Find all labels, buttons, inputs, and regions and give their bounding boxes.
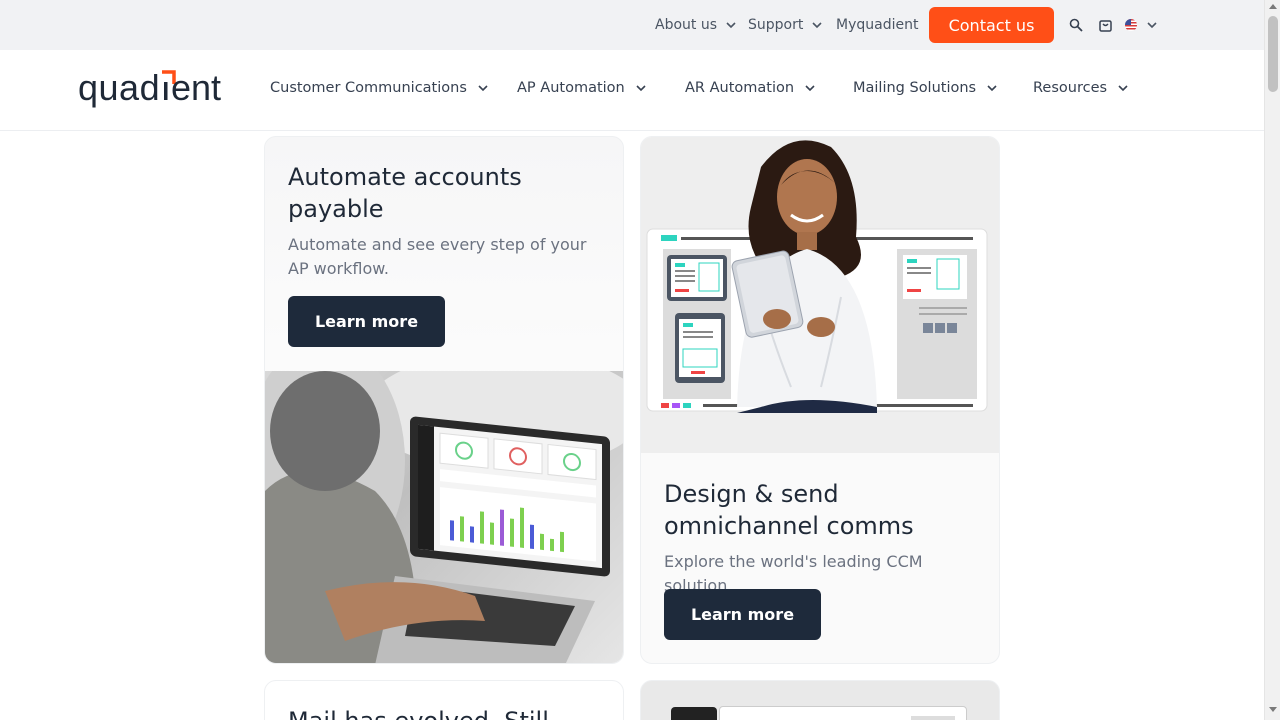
nav-ar-automation[interactable]: AR Automation (685, 80, 816, 96)
nav-label: AR Automation (685, 80, 795, 96)
page-scrollbar[interactable] (1264, 0, 1280, 720)
nav-label: Mailing Solutions (853, 80, 977, 96)
learn-more-button[interactable]: Learn more (664, 589, 821, 640)
chevron-down-icon (1147, 22, 1157, 29)
nav-customer-communications[interactable]: Customer Communications (270, 80, 489, 96)
myquadient-link[interactable]: Myquadient (836, 17, 918, 33)
language-selector[interactable] (1124, 16, 1164, 34)
woman-with-tablet-photo (641, 137, 999, 453)
card-mail-evolved: Mail has evolved. Still (264, 680, 624, 720)
chevron-down-icon (805, 85, 815, 92)
myquadient-label: Myquadient (836, 17, 919, 33)
us-flag-icon (1125, 19, 1137, 31)
learn-more-button[interactable]: Learn more (288, 296, 445, 347)
card-description: Automate and see every step of your AP w… (288, 235, 587, 278)
nav-ap-automation[interactable]: AP Automation (517, 80, 647, 96)
cart-icon[interactable] (1096, 16, 1114, 34)
scroll-up-arrow-icon[interactable] (1269, 4, 1277, 9)
scroll-down-arrow-icon[interactable] (1269, 707, 1277, 712)
nav-label: Resources (1033, 80, 1108, 96)
main-navigation: quad ent Customer Communications AP Auto… (0, 50, 1264, 131)
chevron-down-icon (1118, 85, 1128, 92)
scroll-thumb[interactable] (1268, 16, 1278, 92)
contact-us-button[interactable]: Contact us (929, 7, 1054, 43)
card-partial-image (640, 680, 1000, 720)
about-us-label: About us (655, 17, 718, 33)
chevron-down-icon (812, 22, 822, 29)
card-title: Design & send omnichannel comms (664, 480, 914, 540)
screen-element (911, 716, 955, 720)
card-omnichannel-comms: Design & send omnichannel comms Explore … (640, 136, 1000, 664)
nav-label: AP Automation (517, 80, 625, 96)
card-title: Automate accounts payable (288, 163, 522, 223)
card-title: Mail has evolved. Still (288, 705, 608, 720)
top-utility-bar: About us Support Myquadient Contact us (0, 0, 1264, 50)
search-icon[interactable] (1067, 16, 1085, 34)
chevron-down-icon (987, 85, 997, 92)
nav-label: Customer Communications (270, 80, 467, 96)
laptop-dashboard-photo (265, 371, 623, 663)
support-menu[interactable]: Support (748, 17, 823, 33)
about-us-menu[interactable]: About us (655, 17, 737, 33)
nav-mailing-solutions[interactable]: Mailing Solutions (853, 80, 998, 96)
support-label: Support (748, 17, 804, 33)
nav-resources[interactable]: Resources (1033, 80, 1129, 96)
svg-text:ent: ent (171, 67, 221, 108)
quadient-logo[interactable]: quad ent (78, 62, 238, 110)
svg-text:quad: quad (78, 67, 160, 108)
card-automate-ap: Automate accounts payable Automate and s… (264, 136, 624, 664)
device-mockup (671, 707, 717, 720)
chevron-down-icon (478, 85, 488, 92)
chevron-down-icon (726, 22, 736, 29)
chevron-down-icon (636, 85, 646, 92)
